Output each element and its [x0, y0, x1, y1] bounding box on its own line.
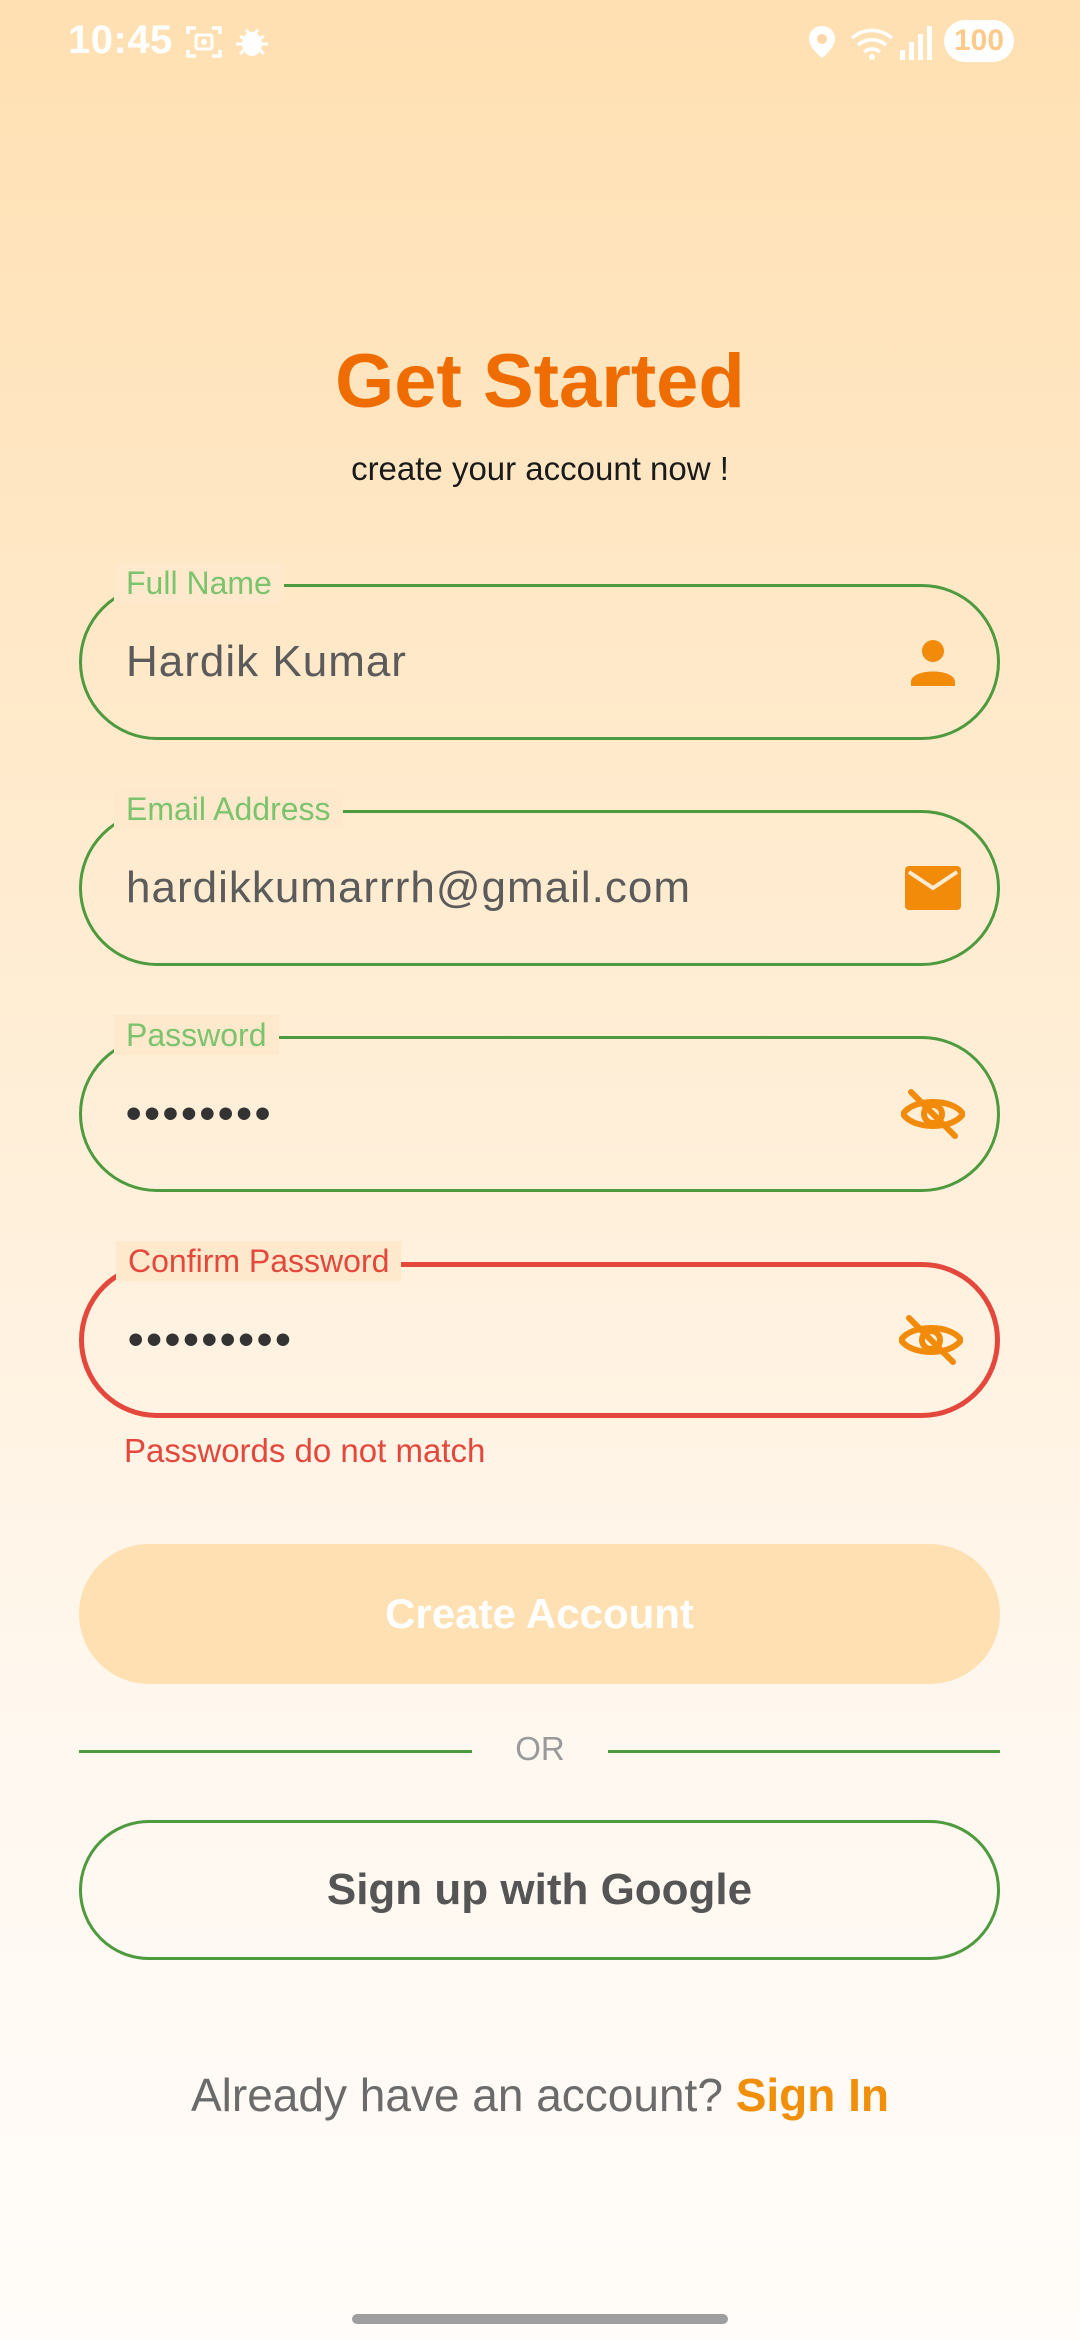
full-name-field[interactable]: Full Name Hardik Kumar [79, 563, 1000, 740]
or-divider: OR [515, 1730, 565, 1767]
battery-icon: 100 [944, 20, 1014, 62]
confirm-password-field[interactable]: Confirm Password ••••••••• [79, 1241, 1000, 1418]
bug-icon [236, 28, 268, 56]
password-label: Password [114, 1015, 279, 1055]
visibility-off-icon[interactable] [901, 1082, 965, 1146]
status-time: 10:45 [68, 18, 173, 62]
person-icon [911, 640, 955, 686]
signin-row: Already have an account? Sign In [0, 2068, 1080, 2122]
confirm-password-error: Passwords do not match [124, 1432, 486, 1469]
divider-right [608, 1750, 1000, 1753]
google-signup-button[interactable]: Sign up with Google [79, 1820, 1000, 1960]
signin-prompt: Already have an account? [190, 2069, 723, 2121]
wifi-icon [850, 28, 894, 60]
email-field[interactable]: Email Address hardikkumarrrh@gmail.com [79, 789, 1000, 966]
location-icon [809, 26, 835, 58]
screenshot-icon [186, 26, 222, 58]
create-account-button[interactable]: Create Account [79, 1544, 1000, 1684]
password-field[interactable]: Password •••••••• [79, 1015, 1000, 1192]
home-indicator[interactable] [352, 2314, 728, 2324]
confirm-password-label: Confirm Password [116, 1241, 402, 1281]
email-label: Email Address [114, 789, 343, 829]
status-bar: 10:45 100 [0, 0, 1080, 84]
full-name-value: Hardik Kumar [126, 637, 407, 686]
page-subtitle: create your account now ! [351, 450, 729, 487]
visibility-off-icon[interactable] [899, 1308, 963, 1372]
email-value: hardikkumarrrh@gmail.com [126, 863, 692, 912]
full-name-label: Full Name [114, 563, 284, 603]
confirm-password-value: ••••••••• [128, 1315, 294, 1364]
signal-icon [900, 26, 932, 60]
signin-link[interactable]: Sign In [736, 2069, 889, 2121]
page-title: Get Started [335, 339, 745, 424]
password-value: •••••••• [126, 1089, 274, 1138]
mail-icon [905, 866, 961, 910]
